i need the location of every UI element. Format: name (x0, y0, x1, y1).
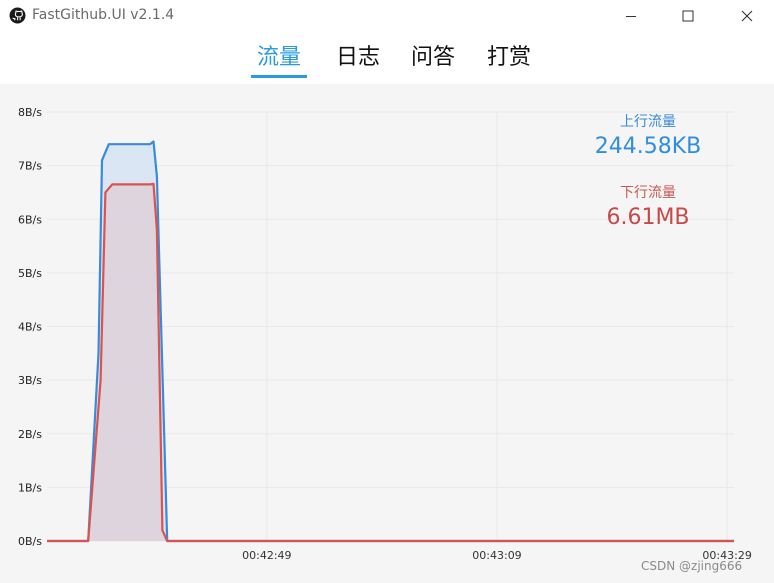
tab-bar: 流量 日志 问答 打赏 (0, 32, 774, 84)
window-title: FastGithub.UI v2.1.4 (32, 7, 175, 23)
upload-value: 244.58KB (594, 134, 702, 159)
minimize-button[interactable] (608, 0, 654, 32)
tab-donate-label: 打赏 (486, 45, 531, 70)
upload-label: 上行流量 (620, 114, 676, 130)
y-tick-label: 3B/s (18, 374, 42, 387)
watermark: CSDN @zjing666 (641, 559, 743, 573)
tab-log-label: 日志 (335, 45, 380, 70)
close-button[interactable] (724, 0, 770, 32)
github-icon (9, 7, 26, 24)
tab-faq[interactable]: 问答 (408, 44, 458, 78)
maximize-icon (682, 10, 694, 22)
y-tick-label: 0B/s (18, 535, 42, 548)
y-tick-label: 8B/s (18, 106, 42, 119)
y-tick-label: 1B/s (18, 481, 42, 494)
active-tab-indicator (251, 75, 307, 78)
tab-faq-label: 问答 (410, 45, 455, 70)
y-tick-label: 4B/s (18, 321, 42, 334)
download-label: 下行流量 (620, 185, 676, 201)
minimize-icon (626, 16, 636, 17)
y-tick-label: 2B/s (18, 428, 42, 441)
title-bar: FastGithub.UI v2.1.4 (0, 0, 774, 32)
y-tick-label: 5B/s (18, 267, 42, 280)
close-icon (741, 10, 753, 22)
tab-traffic[interactable]: 流量 (251, 44, 307, 78)
tab-traffic-label: 流量 (256, 45, 301, 70)
x-tick-label: 00:42:49 (242, 549, 291, 562)
tab-log[interactable]: 日志 (333, 44, 383, 78)
traffic-chart: 8B/s 7B/s 6B/s 5B/s 4B/s 3B/s 2B/s 1B/s 0B/s 00:4… (0, 84, 774, 583)
download-value: 6.61MB (606, 205, 690, 230)
y-tick-label: 6B/s (18, 213, 42, 226)
tab-donate[interactable]: 打赏 (484, 44, 534, 78)
x-tick-label: 00:43:09 (472, 549, 521, 562)
maximize-button[interactable] (665, 0, 711, 32)
y-tick-label: 7B/s (18, 160, 42, 173)
